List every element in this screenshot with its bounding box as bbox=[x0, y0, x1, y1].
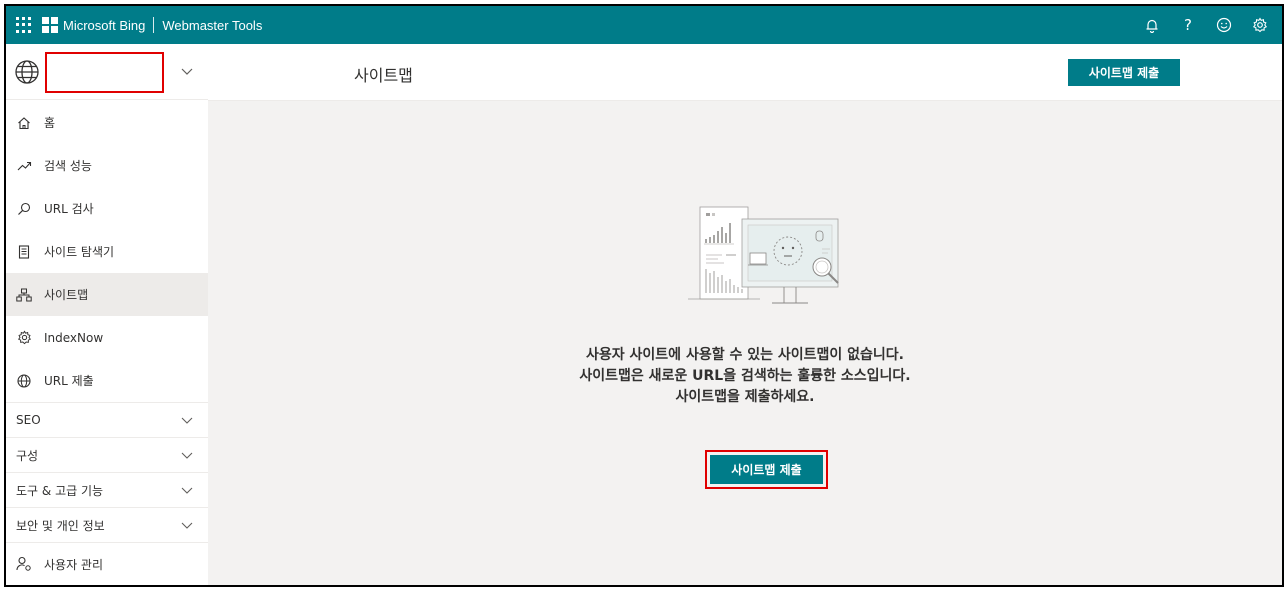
empty-sitemap-illustration-icon bbox=[688, 206, 839, 304]
sidebar-group-security[interactable]: 보안 및 개인 정보 bbox=[6, 507, 208, 542]
user-settings-icon bbox=[16, 556, 32, 572]
sidebar-item-home[interactable]: 홈 bbox=[6, 101, 208, 144]
sidebar-item-label: URL 제출 bbox=[44, 374, 94, 388]
submit-sitemap-header-button[interactable]: 사이트맵 제출 bbox=[1068, 59, 1180, 86]
search-icon bbox=[16, 201, 32, 217]
app-window: Microsoft Bing Webmaster Tools ? 홈 검색 성능… bbox=[4, 4, 1284, 587]
sidebar-item-site-explorer[interactable]: 사이트 탐색기 bbox=[6, 230, 208, 273]
help-icon[interactable]: ? bbox=[1170, 6, 1206, 44]
app-launcher-icon[interactable] bbox=[16, 17, 32, 33]
sidebar-group-label: 도구 & 고급 기능 bbox=[16, 483, 104, 498]
sidebar-nav: 홈 검색 성능 URL 검사 사이트 탐색기 사이트맵 IndexNow URL… bbox=[6, 101, 208, 585]
bell-icon[interactable] bbox=[1134, 6, 1170, 44]
top-bar-actions: ? bbox=[1134, 6, 1278, 44]
sidebar-group-seo[interactable]: SEO bbox=[6, 402, 208, 437]
sidebar-item-indexnow[interactable]: IndexNow bbox=[6, 316, 208, 359]
chevron-down-icon bbox=[181, 522, 193, 529]
sidebar-item-label: 사이트 탐색기 bbox=[44, 245, 115, 259]
chevron-down-icon bbox=[181, 487, 193, 494]
gear-icon[interactable] bbox=[1242, 6, 1278, 44]
sidebar-item-label: 홈 bbox=[44, 116, 56, 130]
product-name[interactable]: Webmaster Tools bbox=[162, 18, 262, 33]
globe-icon bbox=[16, 373, 32, 389]
sidebar-group-label: 보안 및 개인 정보 bbox=[16, 518, 105, 533]
gear-icon bbox=[16, 330, 32, 346]
page-header: 사이트맵 사이트맵 제출 bbox=[208, 44, 1282, 101]
sidebar-item-url-inspection[interactable]: URL 검사 bbox=[6, 187, 208, 230]
sidebar-item-user-management[interactable]: 사용자 관리 bbox=[6, 542, 208, 585]
sidebar-item-label: URL 검사 bbox=[44, 202, 94, 216]
sidebar: 홈 검색 성능 URL 검사 사이트 탐색기 사이트맵 IndexNow URL… bbox=[6, 44, 208, 585]
page-title: 사이트맵 bbox=[354, 66, 413, 85]
sidebar-group-label: SEO bbox=[16, 413, 41, 427]
sidebar-item-label: 사용자 관리 bbox=[44, 557, 104, 572]
smiley-icon[interactable] bbox=[1206, 6, 1242, 44]
microsoft-logo-icon bbox=[42, 17, 58, 33]
sidebar-group-tools[interactable]: 도구 & 고급 기능 bbox=[6, 472, 208, 507]
site-picker bbox=[6, 44, 208, 100]
chevron-down-icon[interactable] bbox=[180, 64, 194, 78]
globe-icon bbox=[15, 59, 39, 84]
help-glyph: ? bbox=[1184, 16, 1192, 34]
empty-state-line-2: 사이트맵은 새로운 URL을 검색하는 훌륭한 소스입니다. bbox=[579, 368, 911, 384]
submit-sitemap-button[interactable]: 사이트맵 제출 bbox=[710, 455, 823, 484]
empty-state-line-1: 사용자 사이트에 사용할 수 있는 사이트맵이 없습니다. bbox=[586, 347, 904, 363]
main-content: 사이트맵 사이트맵 제출 사용자 사이트에 사용할 수 있는 사이트맵이 없습니… bbox=[208, 44, 1282, 585]
brand-divider bbox=[153, 17, 155, 33]
sidebar-group-label: 구성 bbox=[16, 448, 39, 463]
sidebar-item-search-performance[interactable]: 검색 성능 bbox=[6, 144, 208, 187]
document-icon bbox=[16, 244, 32, 260]
sidebar-item-url-submission[interactable]: URL 제출 bbox=[6, 359, 208, 402]
sidebar-group-configuration[interactable]: 구성 bbox=[6, 437, 208, 472]
home-icon bbox=[16, 115, 32, 131]
empty-state-message: 사용자 사이트에 사용할 수 있는 사이트맵이 없습니다. 사이트맵은 새로운 … bbox=[445, 345, 1045, 408]
top-bar: Microsoft Bing Webmaster Tools ? bbox=[6, 6, 1282, 44]
chevron-down-icon bbox=[181, 417, 193, 424]
sidebar-item-sitemaps[interactable]: 사이트맵 bbox=[6, 273, 208, 316]
empty-state-line-3: 사이트맵을 제출하세요. bbox=[675, 389, 815, 405]
chevron-down-icon bbox=[181, 452, 193, 459]
empty-state: 사용자 사이트에 사용할 수 있는 사이트맵이 없습니다. 사이트맵은 새로운 … bbox=[208, 101, 1282, 585]
sidebar-item-label: 검색 성능 bbox=[44, 159, 92, 173]
sidebar-item-label: 사이트맵 bbox=[44, 288, 89, 302]
sidebar-item-label: IndexNow bbox=[44, 330, 104, 345]
trend-up-icon bbox=[16, 158, 32, 174]
site-selector-input[interactable] bbox=[45, 52, 164, 93]
brand-name[interactable]: Microsoft Bing bbox=[63, 18, 145, 33]
sitemap-icon bbox=[16, 287, 32, 303]
